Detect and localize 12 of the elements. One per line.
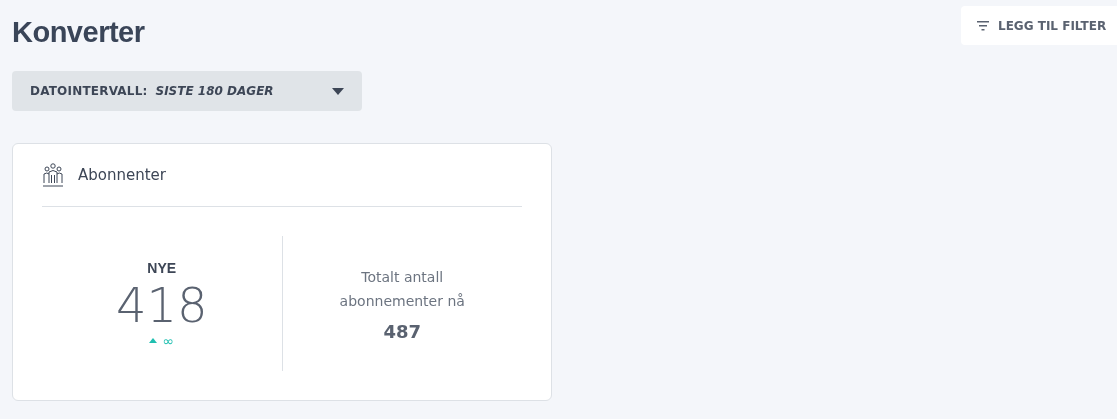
- page-title: Konverter: [12, 15, 146, 50]
- metric-label: NYE: [147, 259, 177, 276]
- people-icon: [42, 163, 64, 187]
- metric-value: 418: [115, 275, 208, 334]
- total-label: Totalt antall abonnementer nå: [338, 268, 466, 311]
- filter-icon: [977, 20, 989, 31]
- date-range-dropdown[interactable]: DATOINTERVALL: SISTE 180 DAGER: [12, 71, 362, 111]
- card-title: Abonnenter: [78, 166, 166, 184]
- add-filter-button[interactable]: LEGG TIL FILTER: [961, 6, 1117, 45]
- trend-value: ∞: [162, 333, 175, 348]
- total-value: 487: [383, 321, 422, 342]
- caret-icon: [332, 87, 344, 95]
